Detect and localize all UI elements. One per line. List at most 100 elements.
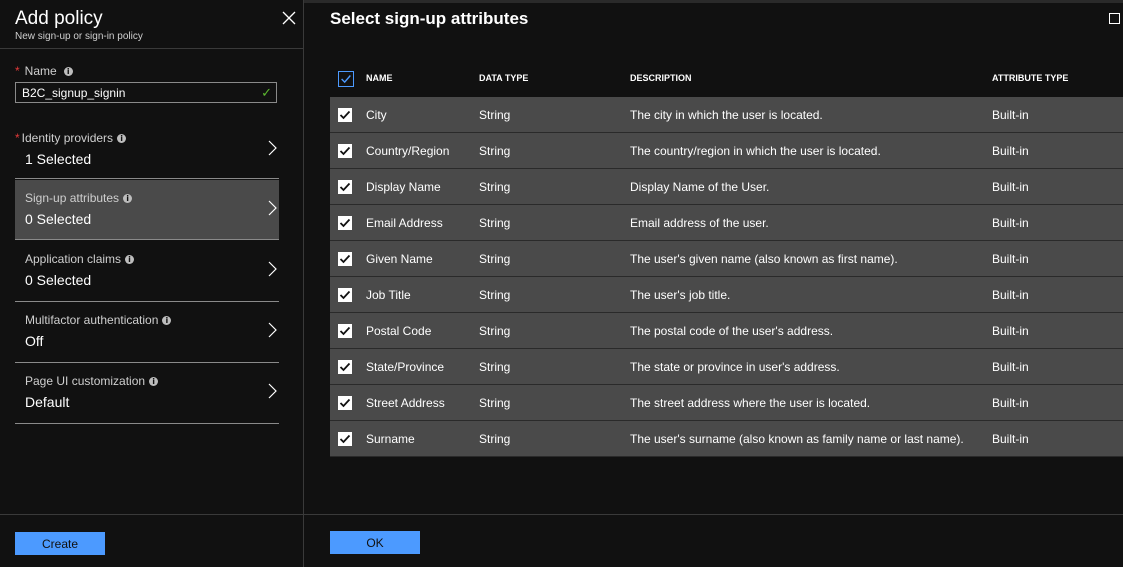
- table-row[interactable]: State/Province String The state or provinc…: [330, 349, 1123, 385]
- nav-item-label: Page UI customization i: [25, 374, 159, 388]
- row-checkbox[interactable]: [338, 180, 352, 194]
- cell-attribute-type: Built-in: [992, 360, 1029, 374]
- close-icon[interactable]: [282, 11, 296, 25]
- cell-name: City: [366, 108, 387, 122]
- nav-item-label: Application claims i: [25, 252, 135, 266]
- table-row[interactable]: Given Name String The user's given name (a…: [330, 241, 1123, 277]
- cell-attribute-type: Built-in: [992, 252, 1029, 266]
- cell-name: Street Address: [366, 396, 445, 410]
- cell-description: The state or province in user's address.: [630, 360, 840, 374]
- nav-item-page-ui-customization[interactable]: Page UI customization i Default: [15, 363, 279, 424]
- select-all-checkbox[interactable]: [338, 71, 354, 87]
- info-icon[interactable]: i: [125, 254, 135, 264]
- cell-description: The user's job title.: [630, 288, 731, 302]
- chevron-right-icon: [268, 322, 277, 338]
- table-row[interactable]: City String The city in which the user is …: [330, 97, 1123, 133]
- valid-check-icon: ✓: [261, 86, 272, 101]
- cell-data-type: String: [479, 324, 511, 338]
- nav-item-label-text: Page UI customization: [25, 374, 146, 388]
- nav-item-sign-up-attributes[interactable]: Sign-up attributes i 0 Selected: [15, 180, 279, 240]
- cell-attribute-type: Built-in: [992, 216, 1029, 230]
- nav-item-multifactor-authentication[interactable]: Multifactor authentication i Off: [15, 302, 279, 363]
- attributes-table: NAME DATA TYPE DESCRIPTION ATTRIBUTE TYP…: [330, 63, 1123, 457]
- cell-name: Surname: [366, 432, 415, 446]
- table-row[interactable]: Job Title String The user's job title. Buil…: [330, 277, 1123, 313]
- cell-name: Postal Code: [366, 324, 432, 338]
- blade-subtitle: New sign-up or sign-in policy: [15, 31, 143, 42]
- required-marker: *: [15, 64, 20, 78]
- chevron-right-icon: [268, 261, 277, 277]
- cell-attribute-type: Built-in: [992, 432, 1029, 446]
- cell-data-type: String: [479, 396, 511, 410]
- cell-description: Email address of the user.: [630, 216, 769, 230]
- info-icon[interactable]: i: [149, 376, 159, 386]
- cell-data-type: String: [479, 216, 511, 230]
- cell-name: Display Name: [366, 180, 441, 194]
- cell-attribute-type: Built-in: [992, 324, 1029, 338]
- cell-name: Country/Region: [366, 144, 450, 158]
- cell-data-type: String: [479, 432, 511, 446]
- column-header-attribute-type[interactable]: ATTRIBUTE TYPE: [992, 73, 1068, 83]
- row-checkbox[interactable]: [338, 396, 352, 410]
- cell-name: Given Name: [366, 252, 433, 266]
- table-row[interactable]: Postal Code String The postal code of the …: [330, 313, 1123, 349]
- cell-data-type: String: [479, 360, 511, 374]
- cell-description: The street address where the user is loc…: [630, 396, 871, 410]
- name-label-text: Name: [24, 64, 57, 78]
- ok-button[interactable]: OK: [330, 531, 420, 554]
- table-row[interactable]: Email Address String Email address of the …: [330, 205, 1123, 241]
- cell-description: The user's given name (also known as fir…: [630, 252, 898, 266]
- divider: [0, 48, 303, 49]
- name-field[interactable]: B2C_signup_signin ✓: [15, 82, 277, 103]
- row-checkbox[interactable]: [338, 252, 352, 266]
- nav-item-identity-providers[interactable]: * Identity providers i 1 Selected: [15, 120, 279, 179]
- nav-item-application-claims[interactable]: Application claims i 0 Selected: [15, 241, 279, 302]
- row-checkbox[interactable]: [338, 108, 352, 122]
- name-field-value: B2C_signup_signin: [22, 86, 126, 100]
- row-checkbox[interactable]: [338, 324, 352, 338]
- table-row[interactable]: Surname String The user's surname (also kn…: [330, 421, 1123, 457]
- row-checkbox[interactable]: [338, 216, 352, 230]
- nav-item-label: Sign-up attributes i: [25, 191, 133, 205]
- create-button[interactable]: Create: [15, 532, 105, 555]
- nav-item-value: 0 Selected: [25, 272, 92, 288]
- nav-item-label: * Identity providers i: [15, 131, 127, 145]
- row-checkbox[interactable]: [338, 144, 352, 158]
- row-checkbox[interactable]: [338, 432, 352, 446]
- row-checkbox[interactable]: [338, 360, 352, 374]
- blade-title: Select sign-up attributes: [330, 9, 529, 28]
- table-header: NAME DATA TYPE DESCRIPTION ATTRIBUTE TYP…: [330, 63, 1123, 97]
- info-icon[interactable]: i: [63, 66, 73, 76]
- info-icon[interactable]: i: [117, 133, 127, 143]
- cell-attribute-type: Built-in: [992, 288, 1029, 302]
- column-header-description[interactable]: DESCRIPTION: [630, 73, 692, 83]
- table-row[interactable]: Street Address String The street address w…: [330, 385, 1123, 421]
- chevron-right-icon: [268, 140, 277, 156]
- cell-description: Display Name of the User.: [630, 180, 770, 194]
- cell-data-type: String: [479, 144, 511, 158]
- cell-description: The user's surname (also known as family…: [630, 432, 964, 446]
- required-marker: *: [15, 131, 20, 145]
- cell-name: State/Province: [366, 360, 445, 374]
- nav-item-value: 0 Selected: [25, 211, 92, 227]
- footer-divider: [0, 514, 303, 515]
- info-icon[interactable]: i: [162, 315, 172, 325]
- name-label: * Name i: [15, 64, 73, 78]
- column-header-name[interactable]: NAME: [366, 73, 393, 83]
- table-body: City String The city in which the user is …: [330, 97, 1123, 457]
- cell-description: The country/region in which the user is …: [630, 144, 881, 158]
- table-row[interactable]: Display Name String Display Name of the Us…: [330, 169, 1123, 205]
- row-checkbox[interactable]: [338, 288, 352, 302]
- nav-item-value: Off: [25, 333, 44, 349]
- cell-data-type: String: [479, 180, 511, 194]
- nav-item-label-text: Identity providers: [21, 131, 114, 145]
- info-icon[interactable]: i: [123, 193, 133, 203]
- maximize-icon[interactable]: [1109, 13, 1120, 24]
- table-row[interactable]: Country/Region String The country/region i…: [330, 133, 1123, 169]
- column-header-data-type[interactable]: DATA TYPE: [479, 73, 528, 83]
- nav-item-label: Multifactor authentication i: [25, 313, 172, 327]
- cell-attribute-type: Built-in: [992, 108, 1029, 122]
- chevron-right-icon: [268, 383, 277, 399]
- cell-name: Job Title: [366, 288, 411, 302]
- cell-description: The postal code of the user's address.: [630, 324, 834, 338]
